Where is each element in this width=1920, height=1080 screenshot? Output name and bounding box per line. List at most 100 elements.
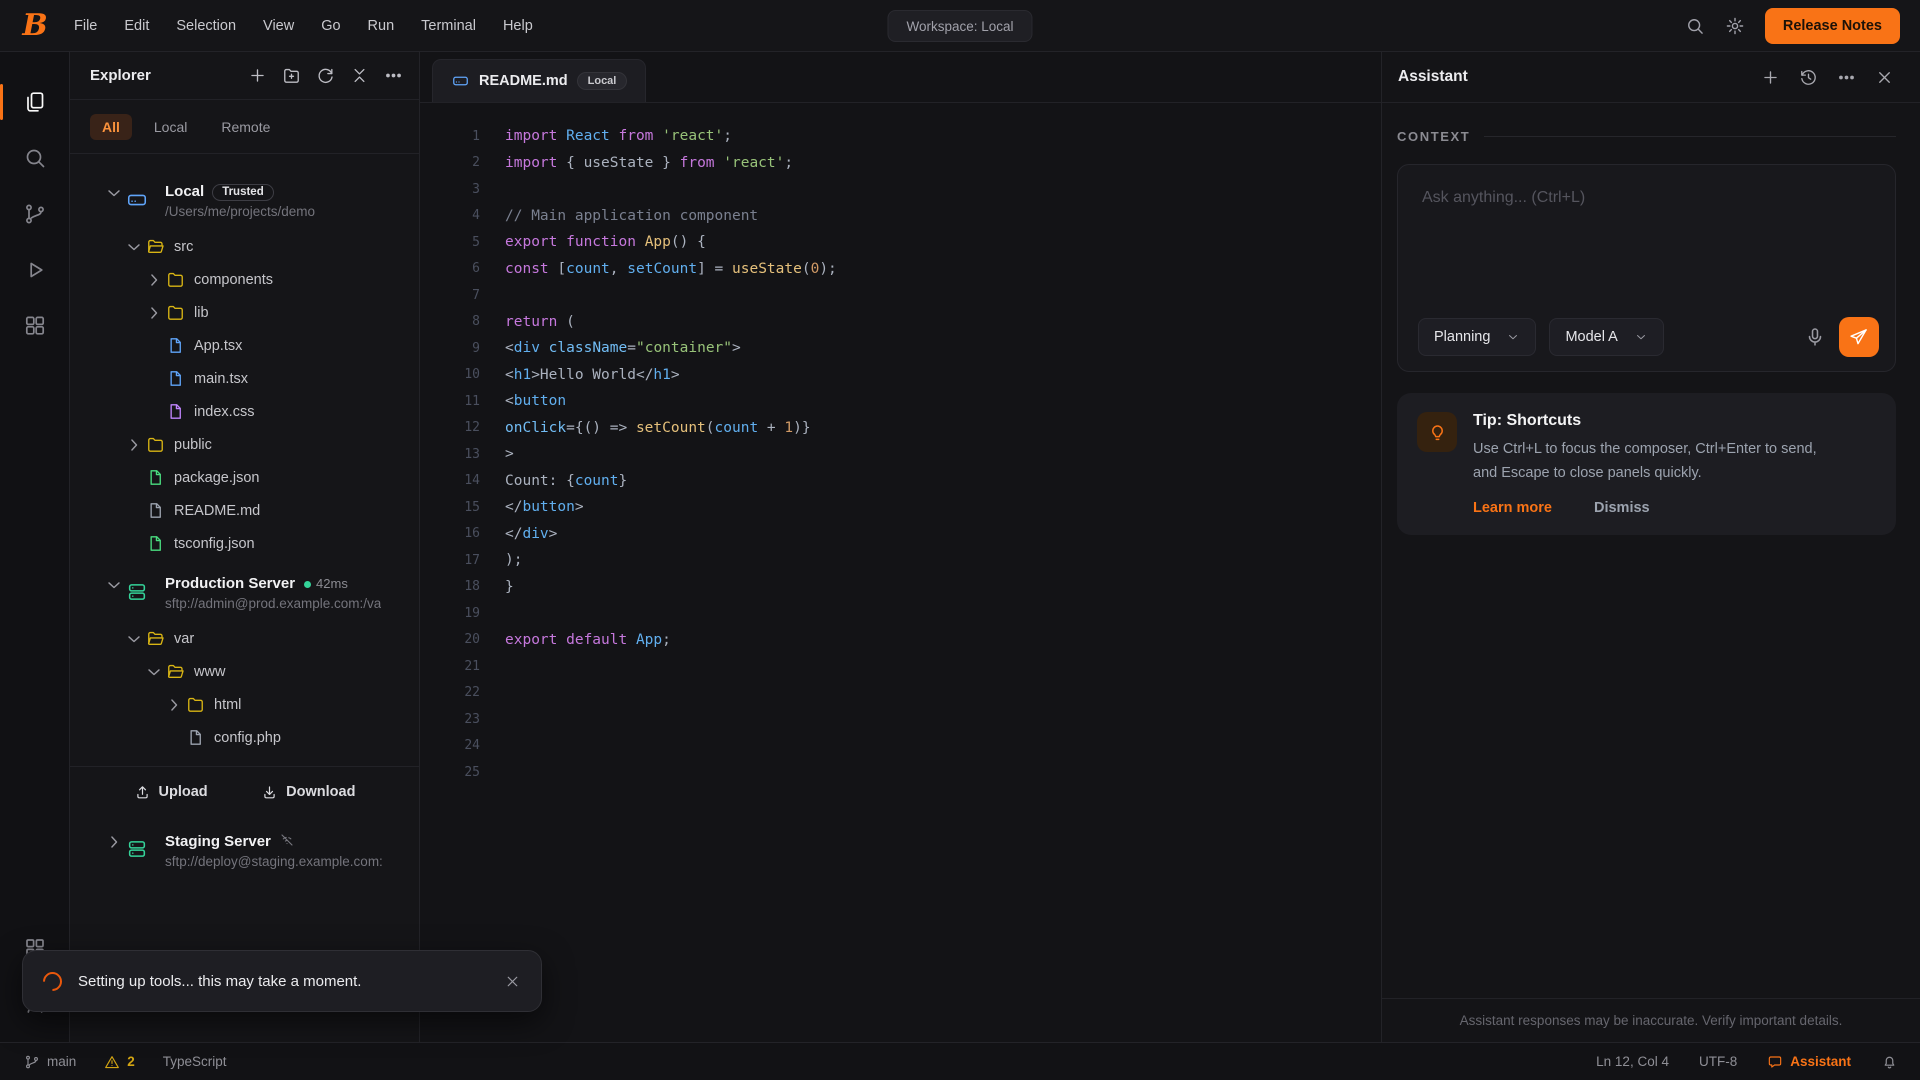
menu-terminal[interactable]: Terminal (421, 18, 476, 34)
tree-item-components[interactable]: components (70, 263, 419, 296)
chevron-right-icon (144, 270, 164, 290)
close-icon[interactable] (1875, 68, 1894, 87)
line-number: 10 (420, 367, 480, 382)
gear-icon[interactable] (1725, 16, 1745, 36)
collapse-icon[interactable] (350, 66, 369, 85)
microphone-icon[interactable] (1804, 326, 1826, 348)
menu-file[interactable]: File (74, 18, 97, 34)
tree-item-tsconfig-json[interactable]: tsconfig.json (70, 527, 419, 560)
menu-help[interactable]: Help (503, 18, 533, 34)
folder-icon (166, 270, 185, 289)
plus-icon[interactable] (248, 66, 267, 85)
editor-tab-readme[interactable]: README.md Local (432, 59, 646, 102)
search-icon[interactable] (1685, 16, 1705, 36)
history-icon[interactable] (1799, 68, 1818, 87)
chevron-right-icon (144, 303, 164, 323)
server-path: sftp://deploy@staging.example.com: (165, 854, 383, 869)
line-number: 24 (420, 738, 480, 753)
assistant-status-toggle[interactable]: Assistant (1767, 1054, 1851, 1070)
explorer-toolbar (248, 66, 403, 85)
status-bar: main 2 TypeScript Ln 12, Col 4 UTF-8 Ass… (0, 1042, 1920, 1080)
tree-item-readme-md[interactable]: README.md (70, 494, 419, 527)
dots-icon[interactable] (1837, 68, 1856, 87)
code-line-1: 1import React from 'react'; (420, 123, 1381, 150)
chevron-right-icon (124, 435, 144, 455)
chevron-down-icon (104, 183, 124, 203)
filter-tab-all[interactable]: All (90, 114, 132, 140)
git-branch-status[interactable]: main (24, 1054, 76, 1070)
close-icon[interactable] (504, 973, 521, 990)
activity-item-source-control[interactable] (0, 186, 70, 242)
refresh-icon[interactable] (316, 66, 335, 85)
tree-item-var[interactable]: var (70, 622, 419, 655)
folder-plus-icon[interactable] (282, 66, 301, 85)
code-editor[interactable]: 1import React from 'react';2import { use… (420, 103, 1381, 1042)
release-notes-button[interactable]: Release Notes (1765, 8, 1900, 44)
folder-icon (166, 303, 185, 322)
tree-item-lib[interactable]: lib (70, 296, 419, 329)
tree-item-label: App.tsx (194, 338, 242, 354)
tree-item-app-tsx[interactable]: App.tsx (70, 329, 419, 362)
tree-item-package-json[interactable]: package.json (70, 461, 419, 494)
menu-view[interactable]: View (263, 18, 294, 34)
send-button[interactable] (1839, 317, 1879, 357)
language-status[interactable]: TypeScript (163, 1054, 227, 1069)
server-stack-icon (126, 581, 148, 603)
line-number: 4 (420, 208, 480, 223)
tree-item-config-php[interactable]: config.php (70, 721, 419, 754)
download-button[interactable]: Download (261, 784, 355, 801)
filter-tab-local[interactable]: Local (142, 114, 199, 140)
composer-input[interactable]: Ask anything... (Ctrl+L) (1398, 165, 1895, 317)
tree-item-label: components (194, 272, 273, 288)
menu-run[interactable]: Run (368, 18, 395, 34)
assistant-title: Assistant (1398, 68, 1761, 86)
dots-icon[interactable] (384, 66, 403, 85)
explorer-filter-tabs: All Local Remote (70, 100, 419, 154)
server-stack-icon (126, 838, 148, 860)
tree-item-main-tsx[interactable]: main.tsx (70, 362, 419, 395)
dismiss-link[interactable]: Dismiss (1594, 500, 1650, 516)
warnings-status[interactable]: 2 (104, 1054, 135, 1070)
title-bar: B FileEditSelectionViewGoRunTerminalHelp… (0, 0, 1920, 52)
context-divider (1484, 136, 1896, 137)
code-line-21: 21 (420, 653, 1381, 680)
encoding-status[interactable]: UTF-8 (1699, 1054, 1737, 1069)
line-number: 17 (420, 553, 480, 568)
line-number: 13 (420, 447, 480, 462)
mode-dropdown[interactable]: Planning (1418, 318, 1536, 356)
menu-edit[interactable]: Edit (124, 18, 149, 34)
tree-item-src[interactable]: src (70, 230, 419, 263)
activity-item-extensions[interactable] (0, 298, 70, 354)
server-name: Local (165, 183, 204, 200)
menu-bar: File Edit Selection View Go Run Terminal Help (74, 18, 533, 34)
cursor-position-status[interactable]: Ln 12, Col 4 (1596, 1054, 1669, 1069)
code-line-14: 14Count: {count} (420, 468, 1381, 495)
tree-item-index-css[interactable]: index.css (70, 395, 419, 428)
server-item-staging-server[interactable]: Staging Serversftp://deploy@staging.exam… (70, 827, 419, 879)
editor-tab-filename: README.md (479, 73, 568, 89)
folder-icon (186, 695, 205, 714)
tree-item-html[interactable]: html (70, 688, 419, 721)
workspace-switcher[interactable]: Workspace: Local (887, 10, 1032, 42)
upload-button[interactable]: Upload (134, 784, 208, 801)
tree-item-public[interactable]: public (70, 428, 419, 461)
learn-more-link[interactable]: Learn more (1473, 500, 1552, 516)
code-line-23: 23 (420, 706, 1381, 733)
line-number: 20 (420, 632, 480, 647)
plus-icon[interactable] (1761, 68, 1780, 87)
folder-open-icon (146, 629, 165, 648)
filter-tab-remote[interactable]: Remote (209, 114, 282, 140)
editor-area: README.md Local 1import React from 'reac… (420, 52, 1381, 1042)
activity-item-files[interactable] (0, 74, 70, 130)
menu-go[interactable]: Go (321, 18, 340, 34)
activity-item-search[interactable] (0, 130, 70, 186)
server-item-production-server[interactable]: Production Server42mssftp://admin@prod.e… (70, 570, 419, 622)
line-number: 19 (420, 606, 480, 621)
activity-item-run[interactable] (0, 242, 70, 298)
notifications-bell-icon[interactable] (1881, 1053, 1898, 1070)
tree-item-www[interactable]: www (70, 655, 419, 688)
menu-selection[interactable]: Selection (176, 18, 236, 34)
model-dropdown[interactable]: Model A (1549, 318, 1663, 356)
server-item-local[interactable]: LocalTrusted/Users/me/projects/demo (70, 178, 419, 230)
trusted-badge: Trusted (212, 184, 274, 201)
